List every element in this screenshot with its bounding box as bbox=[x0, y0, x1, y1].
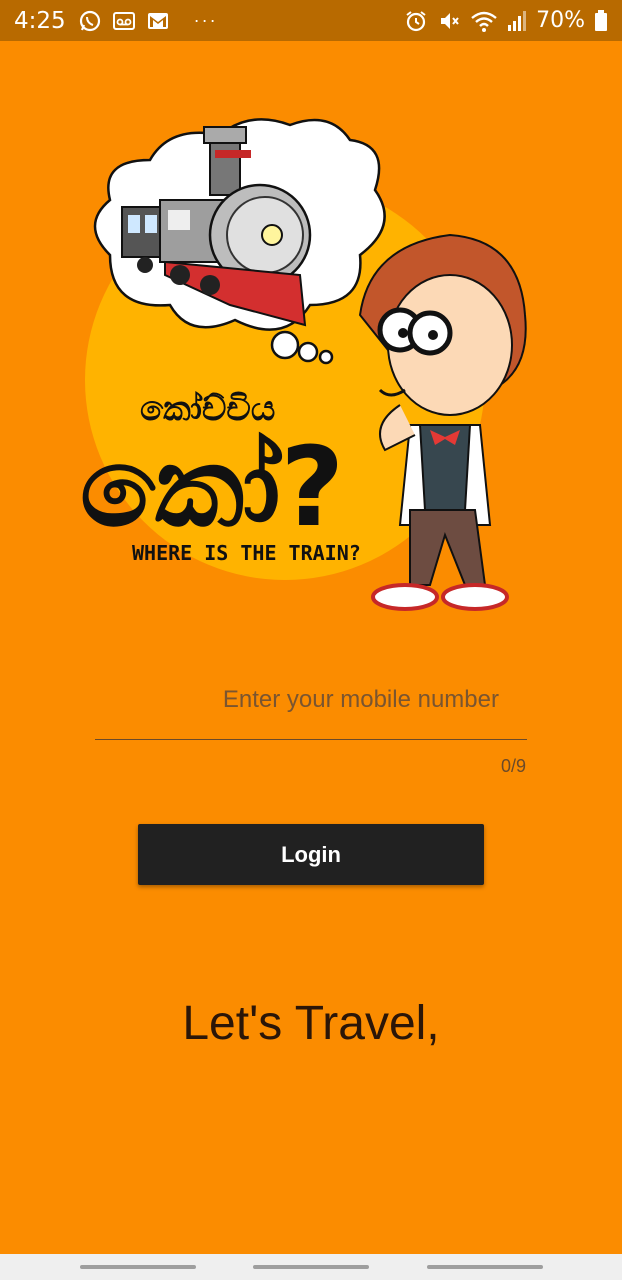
voicemail-icon bbox=[112, 11, 135, 30]
whatsapp-icon bbox=[79, 10, 100, 31]
mobile-input-container bbox=[95, 660, 527, 742]
tagline: Let's Travel, bbox=[182, 997, 440, 1050]
mute-icon bbox=[441, 12, 459, 29]
login-button[interactable]: Login bbox=[138, 824, 484, 885]
navigation-bar bbox=[0, 1254, 622, 1280]
battery-icon bbox=[595, 9, 607, 31]
hero-illustration: කෝච්චිය කෝ? WHERE IS THE TRAIN? bbox=[80, 118, 527, 611]
nav-back-button[interactable] bbox=[427, 1265, 543, 1269]
mobile-number-input[interactable] bbox=[95, 660, 527, 740]
status-bar: 4:25 ··· 70% bbox=[0, 0, 622, 41]
battery-percent: 70% bbox=[536, 8, 585, 33]
gmail-icon bbox=[147, 12, 168, 29]
character-counter: 0/9 bbox=[500, 756, 526, 776]
sinhala-big-text: කෝ? bbox=[80, 423, 344, 551]
hero-subtitle: WHERE IS THE TRAIN? bbox=[132, 541, 361, 565]
wifi-icon bbox=[471, 11, 497, 32]
nav-home-button[interactable] bbox=[253, 1265, 369, 1269]
alarm-icon bbox=[406, 10, 426, 31]
more-dots-icon: ··· bbox=[193, 10, 218, 30]
signal-icon bbox=[508, 10, 527, 31]
status-time: 4:25 bbox=[14, 7, 66, 34]
nav-recents-button[interactable] bbox=[80, 1265, 196, 1269]
